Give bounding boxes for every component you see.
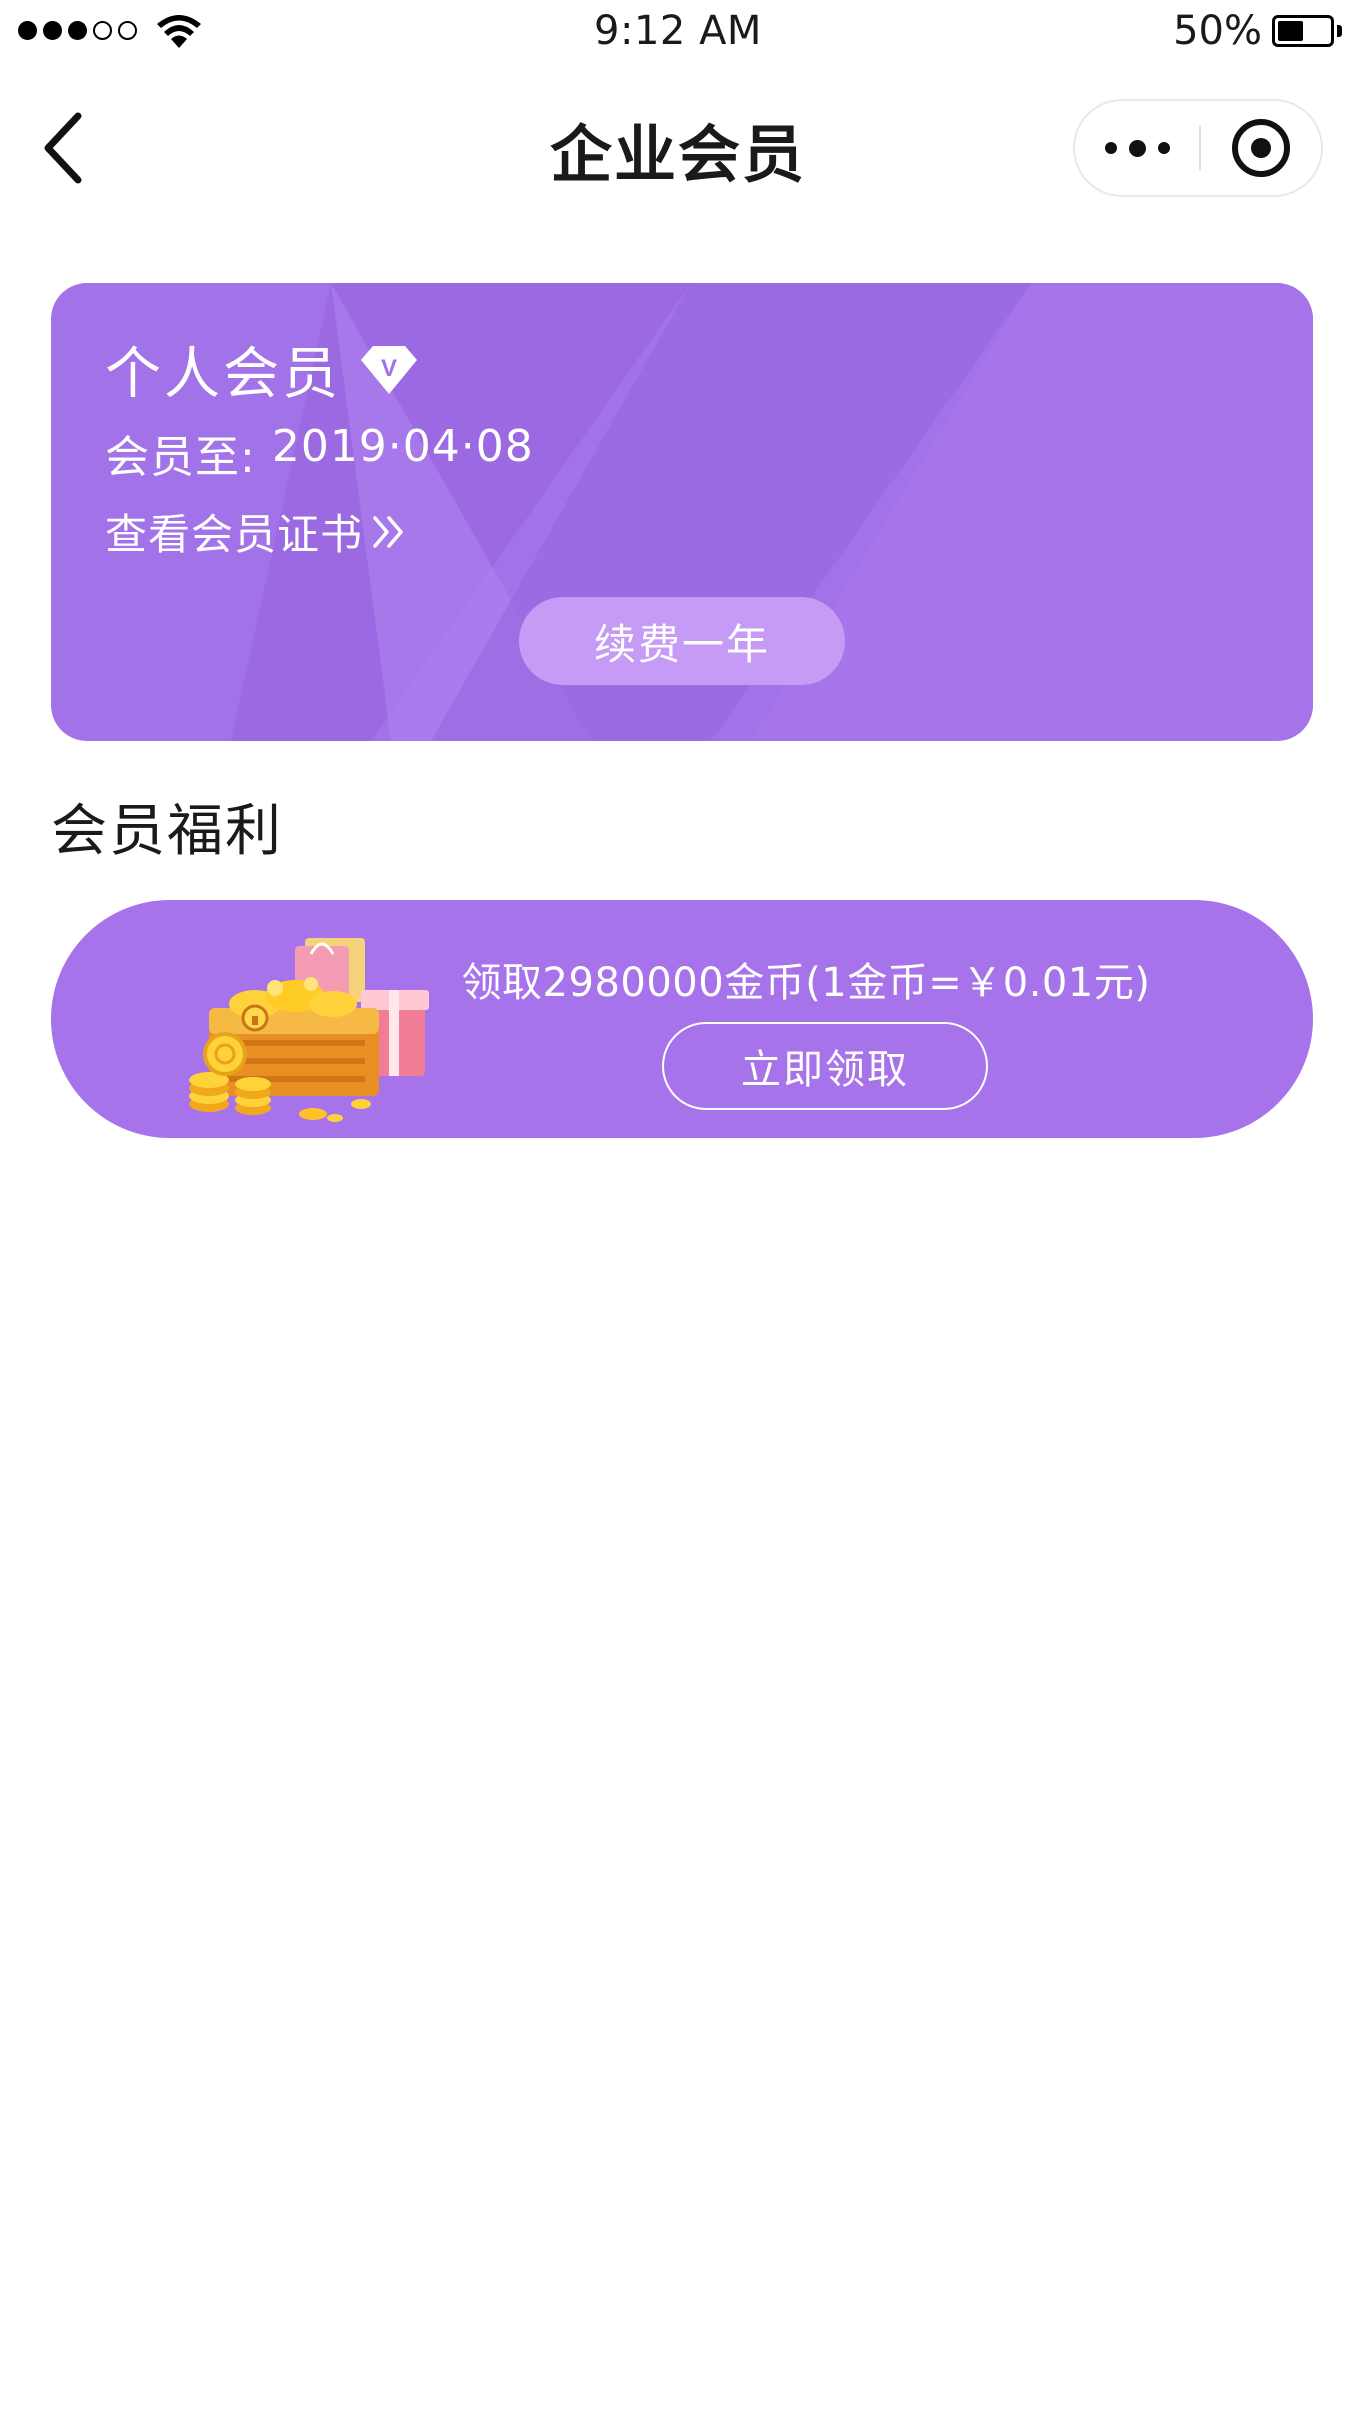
expiry-date: 2019·04·08 <box>271 421 534 472</box>
benefit-card: 领取2980000金币(1金币=￥0.01元) 立即领取 <box>51 900 1313 1138</box>
battery-cap <box>1337 25 1342 37</box>
battery-level-fill <box>1278 21 1303 41</box>
member-card: 个人会员 V 会员至: 2019·04·08 查看会员证书 续费一年 <box>51 283 1313 741</box>
treasure-chest-icon <box>189 938 429 1122</box>
more-dots-icon[interactable] <box>1075 101 1199 195</box>
battery-percent: 50% <box>1173 8 1262 54</box>
mini-program-capsule <box>1073 99 1323 197</box>
member-expiry: 会员至: 2019·04·08 <box>105 421 534 485</box>
renew-one-year-button[interactable]: 续费一年 <box>519 597 845 685</box>
benefits-section-title: 会员福利 <box>51 799 283 864</box>
double-chevron-right-icon <box>373 515 403 548</box>
benefit-description: 领取2980000金币(1金币=￥0.01元) <box>461 960 1151 1006</box>
vip-badge-letter: V <box>381 355 397 382</box>
target-circle-icon[interactable] <box>1201 101 1321 195</box>
certificate-link-label: 查看会员证书 <box>105 510 364 559</box>
expiry-label: 会员至: <box>105 432 256 483</box>
navigation-bar: 企业会员 <box>0 66 1356 236</box>
vip-diamond-icon: V <box>361 345 417 394</box>
member-title-row: 个人会员 V <box>105 329 419 410</box>
status-bar: 9:12 AM 50% <box>0 0 1356 66</box>
member-title: 个人会员 <box>105 342 341 407</box>
claim-now-button[interactable]: 立即领取 <box>662 1022 988 1110</box>
view-certificate-link[interactable]: 查看会员证书 <box>105 501 409 562</box>
status-time: 9:12 AM <box>594 8 762 54</box>
battery-icon <box>1272 15 1334 47</box>
